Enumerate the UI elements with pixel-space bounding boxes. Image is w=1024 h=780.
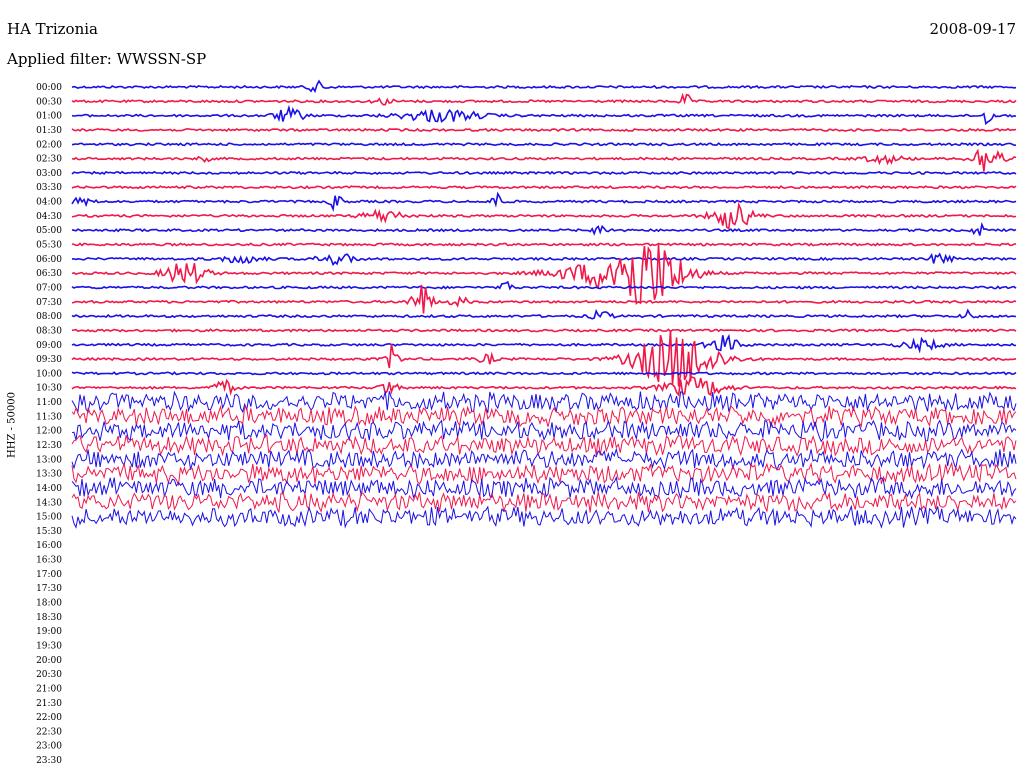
trace-line-0330	[71, 185, 1017, 190]
trace-line-0530	[71, 242, 1017, 247]
time-tick-label: 16:30	[36, 556, 62, 566]
time-tick-label: 19:00	[36, 627, 62, 637]
time-tick-label: 07:00	[36, 283, 62, 293]
trace-line-1000	[71, 371, 1017, 376]
time-tick-label: 22:30	[36, 727, 62, 737]
trace-line-0200	[71, 142, 1017, 147]
time-tick-label: 23:30	[36, 756, 62, 766]
time-tick-label: 03:00	[36, 169, 62, 179]
trace-line-0300	[71, 170, 1017, 176]
trace-line-0600	[72, 252, 1017, 267]
trace-line-0830	[71, 328, 1017, 333]
trace-line-0000	[71, 79, 1017, 94]
trace-line-0130	[71, 127, 1017, 133]
time-tick-label: 05:00	[36, 226, 62, 236]
time-tick-label: 02:00	[36, 140, 62, 150]
time-tick-label: 20:30	[36, 670, 62, 680]
time-tick-label: 15:30	[36, 527, 62, 537]
time-tick-label: 08:30	[36, 326, 62, 336]
trace-line-1430	[71, 491, 1017, 514]
time-tick-label: 10:30	[36, 384, 62, 394]
time-tick-label: 17:00	[36, 570, 62, 580]
time-tick-label: 16:00	[36, 541, 62, 551]
trace-line-0930	[71, 330, 1017, 387]
trace-group	[71, 79, 1017, 529]
time-tick-label: 06:00	[36, 255, 62, 265]
time-tick-label: 01:30	[36, 126, 62, 136]
trace-line-0500	[71, 221, 1017, 236]
time-tick-label: 20:00	[36, 656, 62, 666]
time-tick-label: 00:00	[36, 83, 62, 93]
time-tick-label: 07:30	[36, 298, 62, 308]
time-tick-label: 12:00	[36, 427, 62, 437]
time-tick-label: 13:00	[36, 455, 62, 465]
time-tick-label: 22:00	[36, 713, 62, 723]
time-tick-label: 18:00	[36, 599, 62, 609]
time-tick-label: 10:00	[36, 369, 62, 379]
trace-line-1330	[71, 461, 1017, 487]
time-tick-label: 11:00	[36, 398, 62, 408]
trace-line-0800	[71, 308, 1017, 320]
time-tick-label: 04:30	[36, 212, 62, 222]
time-tick-label: 15:00	[36, 513, 62, 523]
trace-line-0400	[71, 191, 1017, 212]
trace-line-1200	[71, 419, 1017, 443]
trace-line-0230	[71, 148, 1017, 172]
time-tick-label: 02:30	[36, 155, 62, 165]
time-tick-group: 00:00 00:30 01:00 01:30 02:00 02:30 03:00 03:30…	[36, 83, 62, 766]
trace-line-0100	[71, 104, 1017, 126]
trace-line-0730	[71, 284, 1017, 314]
time-tick-label: 11:30	[36, 412, 62, 422]
time-tick-label: 21:30	[36, 699, 62, 709]
trace-line-1030	[71, 376, 1017, 397]
time-tick-label: 18:30	[36, 613, 62, 623]
time-tick-label: 00:30	[36, 97, 62, 107]
time-tick-label: 08:00	[36, 312, 62, 322]
trace-line-0030	[71, 92, 1017, 106]
trace-line-0900	[71, 333, 1017, 354]
time-tick-label: 04:00	[36, 198, 62, 208]
trace-line-0430	[71, 201, 1017, 230]
time-tick-label: 19:30	[36, 641, 62, 651]
time-tick-label: 06:30	[36, 269, 62, 279]
time-tick-label: 17:30	[36, 584, 62, 594]
time-tick-label: 09:30	[36, 355, 62, 365]
time-tick-label: 13:30	[36, 470, 62, 480]
time-tick-label: 14:00	[36, 484, 62, 494]
time-tick-label: 03:30	[36, 183, 62, 193]
time-tick-label: 12:30	[36, 441, 62, 451]
time-tick-label: 05:30	[36, 241, 62, 251]
time-tick-label: 23:00	[36, 742, 62, 752]
trace-line-1500	[71, 504, 1017, 529]
seismogram-plot: 00:00 00:30 01:00 01:30 02:00 02:30 03:00 03:30…	[36, 79, 1017, 766]
time-tick-label: 09:00	[36, 341, 62, 351]
time-tick-label: 21:00	[36, 684, 62, 694]
trace-line-0700	[71, 280, 1017, 291]
time-tick-label: 01:00	[36, 112, 62, 122]
trace-line-0630	[71, 244, 1017, 305]
time-tick-label: 14:30	[36, 498, 62, 508]
